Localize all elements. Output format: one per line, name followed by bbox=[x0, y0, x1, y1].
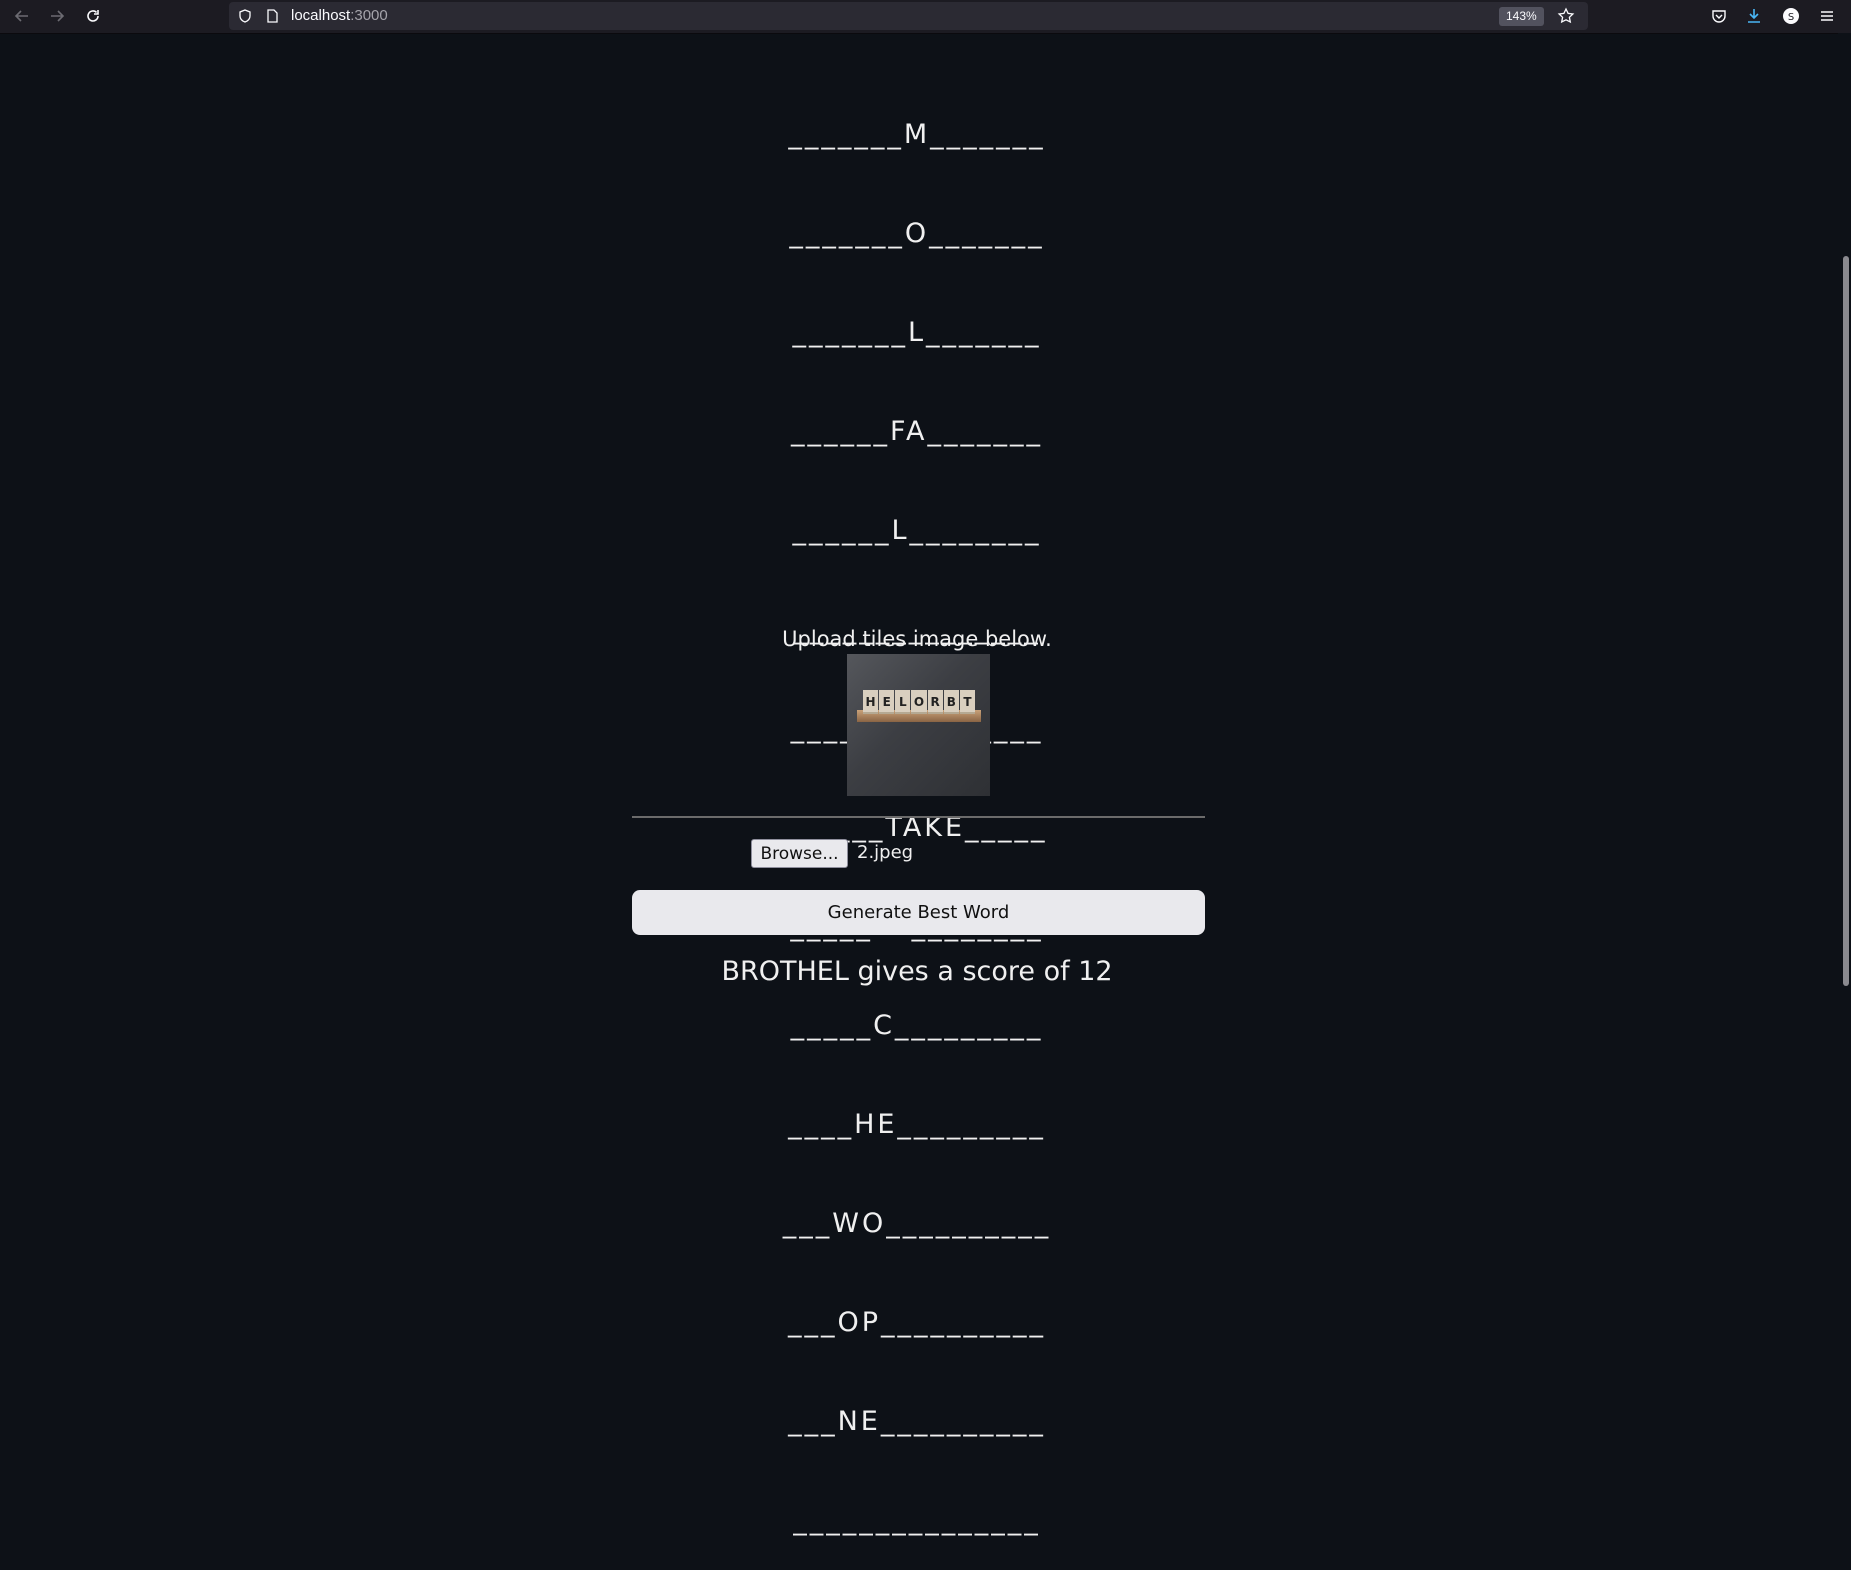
shield-icon[interactable] bbox=[238, 9, 252, 23]
url-port: :3000 bbox=[350, 7, 388, 24]
tile-rack: H E L O R B T bbox=[857, 690, 981, 722]
board-row: _______O_______ bbox=[789, 218, 1045, 249]
downloads-icon[interactable] bbox=[1744, 6, 1764, 26]
letter-tile: O bbox=[911, 690, 927, 714]
board-row: ___NE__________ bbox=[788, 1406, 1046, 1437]
hamburger-menu-icon[interactable] bbox=[1817, 6, 1837, 26]
result-text: BROTHEL gives a score of 12 bbox=[721, 956, 1113, 987]
tiles-image-preview: H E L O R B T bbox=[847, 654, 990, 796]
letter-tile: L bbox=[895, 690, 911, 714]
zoom-level-badge[interactable]: 143% bbox=[1499, 7, 1544, 26]
avatar-initial: S bbox=[1788, 12, 1794, 23]
url-bar[interactable]: localhost:3000 143% bbox=[229, 2, 1588, 30]
url-text[interactable]: localhost:3000 bbox=[291, 7, 388, 24]
board-row: ______L________ bbox=[792, 515, 1042, 546]
back-arrow-icon[interactable] bbox=[9, 3, 35, 29]
board-row: _______________ bbox=[793, 1505, 1041, 1536]
selected-file-name: 2.jpeg bbox=[857, 842, 914, 863]
word-board: _______M_______ _______O_______ _______L… bbox=[0, 52, 1834, 1570]
upload-instructions: Upload tiles image below. bbox=[782, 627, 1052, 651]
letter-tile: E bbox=[879, 690, 895, 714]
tile-row: H E L O R B T bbox=[863, 690, 975, 714]
url-host: localhost bbox=[291, 7, 351, 24]
scrollbar-thumb[interactable] bbox=[1843, 256, 1849, 986]
letter-tile: T bbox=[959, 690, 975, 714]
board-row: _______L_______ bbox=[792, 317, 1042, 348]
reload-icon[interactable] bbox=[80, 3, 106, 29]
browse-button[interactable]: Browse... bbox=[751, 839, 848, 868]
browser-toolbar: localhost:3000 143% S bbox=[0, 0, 1851, 34]
letter-tile: H bbox=[863, 690, 879, 714]
account-avatar-icon[interactable]: S bbox=[1781, 6, 1801, 26]
page-icon bbox=[267, 9, 278, 23]
letter-tile: B bbox=[943, 690, 959, 714]
board-row: ____HE_________ bbox=[788, 1109, 1046, 1140]
board-row: _____C_________ bbox=[790, 1010, 1044, 1041]
board-row: ______FA_______ bbox=[790, 416, 1044, 447]
board-row: ___WO__________ bbox=[782, 1208, 1052, 1239]
generate-best-word-button[interactable]: Generate Best Word bbox=[632, 890, 1205, 935]
bookmark-star-icon[interactable] bbox=[1556, 6, 1576, 26]
board-row: ___OP__________ bbox=[787, 1307, 1047, 1338]
forward-arrow-icon[interactable] bbox=[44, 3, 70, 29]
board-row: _______M_______ bbox=[788, 119, 1046, 150]
divider bbox=[632, 816, 1205, 818]
pocket-icon[interactable] bbox=[1709, 6, 1729, 26]
letter-tile: R bbox=[927, 690, 943, 714]
